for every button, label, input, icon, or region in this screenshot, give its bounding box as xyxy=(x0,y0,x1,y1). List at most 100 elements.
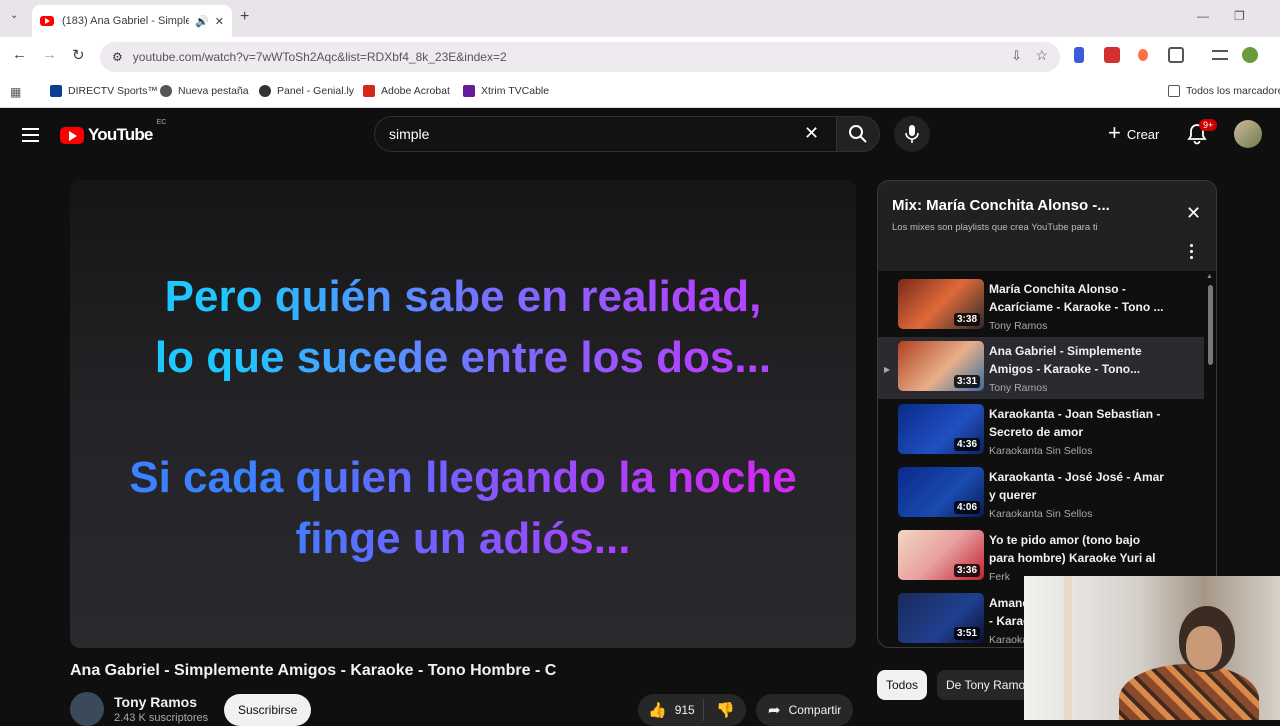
region-code: EC xyxy=(156,119,167,126)
tab-strip: ⌄ (183) Ana Gabriel - Simplem 🔊 ✕ + — ❐ xyxy=(0,0,1280,37)
like-dislike-group: 👍 915 👎 xyxy=(638,694,746,726)
playlist-item-title[interactable]: Karaokanta - José José - Amar y querer xyxy=(989,468,1164,504)
create-button[interactable]: + Crear xyxy=(1100,116,1167,152)
extensions-puzzle-icon[interactable] xyxy=(1168,47,1184,63)
playlist-scrollbar[interactable] xyxy=(1208,285,1213,365)
playlist-title[interactable]: Mix: María Conchita Alonso -... xyxy=(892,197,1110,214)
profile-avatar-icon[interactable] xyxy=(1242,47,1258,63)
address-bar[interactable]: ⚙ youtube.com/watch?v=7wWToSh2Aqc&list=R… xyxy=(100,42,1060,72)
chrome-icon xyxy=(160,85,172,97)
youtube-play-icon xyxy=(60,126,84,144)
xtrim-icon xyxy=(463,85,475,97)
site-info-icon[interactable]: ⚙ xyxy=(112,50,123,64)
playlist-header: Mix: María Conchita Alonso -... Los mixe… xyxy=(878,181,1216,271)
playlist-item[interactable]: ▶ 3:31 Ana Gabriel - Simplemente Amigos - … xyxy=(878,337,1204,399)
lyric-line-2: lo que sucede entre los dos... xyxy=(70,333,856,383)
back-icon[interactable]: ← xyxy=(12,46,27,63)
duration-badge: 3:31 xyxy=(953,375,980,388)
webcam-stand xyxy=(1064,576,1072,720)
close-playlist-icon[interactable]: ✕ xyxy=(1186,203,1201,224)
playlist-item-thumbnail[interactable]: 4:36 xyxy=(898,404,984,454)
playlist-item-title[interactable]: Yo te pido amor (tono bajo para hombre) … xyxy=(989,531,1164,567)
playlist-item-thumbnail[interactable]: 3:51 xyxy=(898,593,984,643)
clear-search-icon[interactable]: ✕ xyxy=(804,123,819,144)
duration-badge: 3:38 xyxy=(953,313,980,326)
lyric-line-3: Si cada quien llegando la noche xyxy=(70,453,856,503)
playlist-subtitle: Los mixes son playlists que crea YouTube… xyxy=(892,222,1098,233)
channel-avatar[interactable] xyxy=(70,692,104,726)
search-icon xyxy=(849,125,867,143)
tab-search-icon[interactable]: ⌄ xyxy=(10,10,18,21)
now-playing-icon: ▶ xyxy=(884,365,891,374)
video-player[interactable]: Pero quién sabe en realidad, lo que suce… xyxy=(70,180,856,648)
reload-icon[interactable]: ↻ xyxy=(72,46,85,64)
bookmark-xtrim[interactable]: Xtrim TVCable xyxy=(463,85,549,97)
acrobat-icon xyxy=(363,85,375,97)
omnibar: ← → ↻ ⚙ youtube.com/watch?v=7wWToSh2Aqc&… xyxy=(0,37,1280,77)
active-tab[interactable]: (183) Ana Gabriel - Simplem 🔊 ✕ xyxy=(32,5,232,37)
extension-arrow-icon[interactable] xyxy=(1074,47,1084,63)
playlist-item-title[interactable]: Ana Gabriel - Simplemente Amigos - Karao… xyxy=(989,342,1164,378)
forward-icon[interactable]: → xyxy=(42,46,57,63)
duration-badge: 4:36 xyxy=(953,438,980,451)
bookmark-star-icon[interactable]: ☆ xyxy=(1035,47,1048,64)
bookmark-genially[interactable]: Panel - Genial.ly xyxy=(259,85,354,97)
bookmark-label: Xtrim TVCable xyxy=(481,85,550,97)
restore-button[interactable]: ❐ xyxy=(1234,9,1245,23)
playlist-item-channel: Tony Ramos xyxy=(989,382,1048,394)
search-button[interactable] xyxy=(836,116,880,152)
playlist-item-thumbnail[interactable]: 3:36 xyxy=(898,530,984,580)
audio-playing-icon[interactable]: 🔊 xyxy=(195,15,209,28)
youtube-logo[interactable]: YouTube EC xyxy=(60,119,166,145)
channel-name[interactable]: Tony Ramos xyxy=(114,694,197,710)
playlist-item[interactable]: 3:38 María Conchita Alonso - Acaríciame -… xyxy=(878,275,1204,337)
dislike-button[interactable]: 👎 xyxy=(704,701,735,719)
scroll-up-arrow-icon[interactable]: ▲ xyxy=(1206,273,1213,280)
account-avatar[interactable] xyxy=(1234,120,1262,148)
directv-icon xyxy=(50,85,62,97)
bookmark-directv[interactable]: DIRECTV Sports™ xyxy=(50,85,158,97)
media-control-icon[interactable] xyxy=(1212,50,1228,60)
voice-search-button[interactable] xyxy=(894,116,930,152)
playlist-item-title[interactable]: Karaokanta - Joan Sebastian - Secreto de… xyxy=(989,405,1164,441)
bookmark-label: Nueva pestaña xyxy=(178,85,249,97)
share-icon: ➦ xyxy=(768,702,781,719)
like-button[interactable]: 👍 915 xyxy=(638,699,704,721)
duration-badge: 3:36 xyxy=(953,564,980,577)
bookmark-label: Panel - Genial.ly xyxy=(277,85,355,97)
playlist-item-title[interactable]: María Conchita Alonso - Acaríciame - Kar… xyxy=(989,280,1164,316)
install-app-icon[interactable]: ⇩ xyxy=(1011,48,1022,64)
webcam-overlay xyxy=(1024,576,1280,720)
playlist-item-thumbnail[interactable]: 3:38 xyxy=(898,279,984,329)
search-input[interactable]: simple xyxy=(374,116,836,152)
youtube-header: YouTube EC simple ✕ + Crear 9+ xyxy=(0,108,1280,164)
chip-all[interactable]: Todos xyxy=(877,670,928,700)
playlist-item[interactable]: 4:36 Karaokanta - Joan Sebastian - Secret… xyxy=(878,400,1204,462)
all-bookmarks[interactable]: Todos los marcadores xyxy=(1168,85,1280,97)
subscribe-button[interactable]: Suscribirse xyxy=(224,694,312,726)
playlist-item-thumbnail[interactable]: 3:31 xyxy=(898,341,984,391)
bookmarks-bar: ▦ DIRECTV Sports™ Nueva pestaña Panel - … xyxy=(0,77,1280,108)
video-title: Ana Gabriel - Simplemente Amigos - Karao… xyxy=(70,662,557,679)
youtube-favicon-icon xyxy=(40,16,54,26)
bookmark-label: DIRECTV Sports™ xyxy=(68,85,158,97)
duration-badge: 4:06 xyxy=(953,501,980,514)
search-query: simple xyxy=(389,126,430,142)
playlist-item-channel: Tony Ramos xyxy=(989,320,1048,332)
apps-grid-icon[interactable]: ▦ xyxy=(10,85,21,99)
create-label: Crear xyxy=(1126,126,1160,142)
share-button[interactable]: ➦ Compartir xyxy=(756,694,854,726)
menu-icon[interactable] xyxy=(22,128,39,142)
minimize-button[interactable]: — xyxy=(1197,9,1209,23)
playlist-item-thumbnail[interactable]: 4:06 xyxy=(898,467,984,517)
plus-icon: + xyxy=(1108,119,1121,145)
extension-flame-icon[interactable] xyxy=(1138,49,1148,61)
more-options-icon[interactable] xyxy=(1190,244,1194,262)
bookmark-new-tab[interactable]: Nueva pestaña xyxy=(160,85,249,97)
folder-icon xyxy=(1168,85,1180,97)
new-tab-button[interactable]: + xyxy=(240,8,249,26)
tab-close-icon[interactable]: ✕ xyxy=(215,15,224,28)
extension-new-icon[interactable] xyxy=(1104,47,1120,63)
playlist-item[interactable]: 4:06 Karaokanta - José José - Amar y quer… xyxy=(878,463,1204,525)
bookmark-acrobat[interactable]: Adobe Acrobat xyxy=(363,85,450,97)
